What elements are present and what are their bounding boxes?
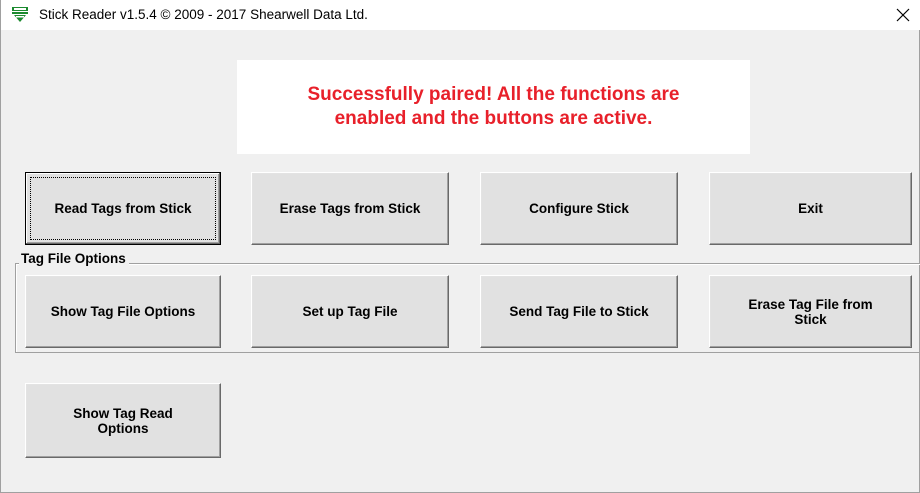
window-title: Stick Reader v1.5.4 © 2009 - 2017 Shearw… bbox=[39, 7, 368, 22]
read-tags-button[interactable]: Read Tags from Stick bbox=[25, 172, 221, 245]
status-panel: Successfully paired! All the functions a… bbox=[237, 60, 750, 154]
configure-stick-label: Configure Stick bbox=[529, 201, 629, 216]
set-up-tag-file-button[interactable]: Set up Tag File bbox=[251, 275, 449, 348]
stick-reader-window: Stick Reader v1.5.4 © 2009 - 2017 Shearw… bbox=[0, 0, 920, 493]
show-tag-file-options-button[interactable]: Show Tag File Options bbox=[25, 275, 221, 348]
erase-tag-file-button[interactable]: Erase Tag File from Stick bbox=[709, 275, 912, 348]
send-tag-file-button[interactable]: Send Tag File to Stick bbox=[480, 275, 678, 348]
erase-tag-file-label: Erase Tag File from Stick bbox=[748, 296, 873, 327]
erase-tags-label: Erase Tags from Stick bbox=[279, 201, 421, 216]
send-tag-file-label: Send Tag File to Stick bbox=[509, 304, 649, 319]
show-tag-read-options-button[interactable]: Show Tag Read Options bbox=[25, 383, 221, 458]
show-tag-file-options-label: Show Tag File Options bbox=[50, 304, 196, 319]
configure-stick-button[interactable]: Configure Stick bbox=[480, 172, 678, 245]
erase-tags-button[interactable]: Erase Tags from Stick bbox=[251, 172, 449, 245]
set-up-tag-file-label: Set up Tag File bbox=[302, 304, 398, 319]
exit-button[interactable]: Exit bbox=[709, 172, 912, 245]
title-bar[interactable]: Stick Reader v1.5.4 © 2009 - 2017 Shearw… bbox=[1, 0, 920, 30]
status-message: Successfully paired! All the functions a… bbox=[307, 84, 680, 129]
tag-file-options-label: Tag File Options bbox=[19, 251, 129, 266]
close-button[interactable] bbox=[885, 0, 920, 30]
show-tag-read-options-label: Show Tag Read Options bbox=[73, 405, 173, 436]
exit-label: Exit bbox=[798, 201, 823, 216]
close-icon bbox=[896, 8, 910, 22]
read-tags-label: Read Tags from Stick bbox=[54, 201, 192, 216]
app-icon bbox=[11, 6, 29, 24]
